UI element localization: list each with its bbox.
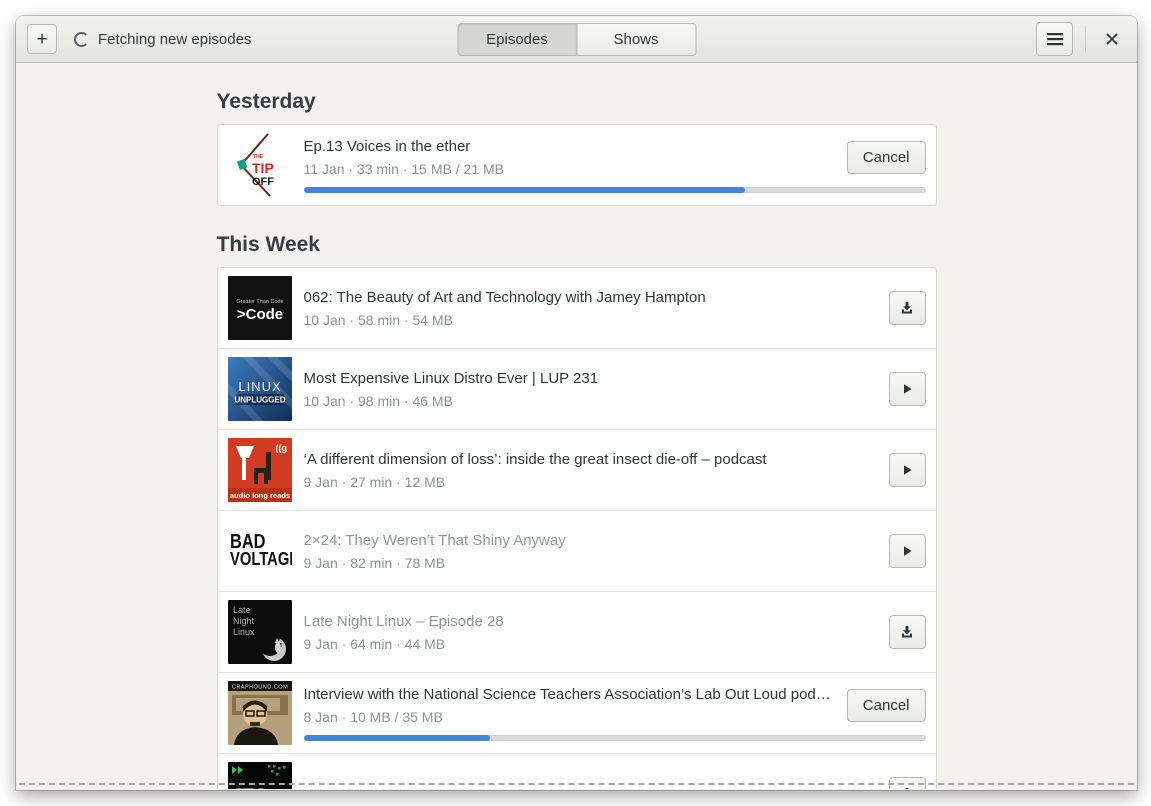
header-right-group	[1036, 22, 1126, 56]
close-window-button[interactable]	[1098, 25, 1126, 53]
svg-text:audio long reads: audio long reads	[229, 491, 289, 500]
cancel-download-button[interactable]: Cancel	[846, 140, 926, 174]
svg-text:Greater Than Code: Greater Than Code	[236, 299, 283, 305]
episode-main: Most Expensive Linux Distro Ever | LUP 2…	[304, 357, 926, 421]
episode-row[interactable]: CRAPHOUND.COM Interview with the National…	[217, 672, 936, 753]
episode-title: Bot or Not	[304, 786, 877, 790]
svg-text:Linux: Linux	[233, 627, 255, 637]
episode-list: Greater Than Code >Code 062: The Beauty o…	[216, 267, 937, 790]
svg-text:((g: ((g	[275, 443, 287, 453]
episode-text-block: Ep.13 Voices in the ether 11 Jan · 33 min…	[304, 138, 835, 177]
podcasts-window: + Fetching new episodes Episodes Shows Y…	[16, 16, 1137, 790]
download-episode-button[interactable]	[888, 615, 926, 649]
play-icon	[904, 546, 912, 556]
episode-title: 2×24: They Weren’t That Shiny Anyway	[303, 531, 566, 549]
episode-text-block: Interview with the National Science Teac…	[304, 686, 835, 725]
download-progress-bar	[303, 186, 926, 193]
episode-row[interactable]: ((g audio long reads ‘A different dimensi…	[217, 429, 936, 510]
episode-row[interactable]: Late Night Linux Late Night Linux – Epis…	[217, 591, 936, 672]
sections-container: Yesterday THE TIP OFF Ep.13 Voices in the…	[216, 63, 937, 790]
download-progress-fill	[303, 186, 746, 193]
episode-main: 2×24: They Weren’t That Shiny Anyway 9 Ja…	[304, 519, 926, 583]
podcast-cover-art: LINUX UNPLUGGED	[227, 357, 292, 421]
tab-shows[interactable]: Shows	[576, 23, 696, 56]
plus-icon: +	[36, 28, 48, 50]
download-icon	[902, 302, 912, 314]
episode-text-block: ‘A different dimension of loss’: inside …	[304, 451, 877, 490]
episode-meta: 10 Jan · 98 min · 46 MB	[303, 392, 453, 409]
svg-text:>Code: >Code	[236, 306, 282, 323]
header-bar: + Fetching new episodes Episodes Shows	[16, 16, 1137, 63]
play-icon	[904, 384, 912, 394]
download-icon	[902, 626, 912, 638]
episode-row[interactable]: Greater Than Code >Code 062: The Beauty o…	[218, 268, 936, 348]
episode-list: THE TIP OFF Ep.13 Voices in the ether 11 J…	[216, 124, 937, 206]
svg-text:LINUX: LINUX	[238, 379, 281, 394]
svg-text:Night: Night	[233, 616, 255, 626]
episode-meta: 11 Jan · 33 min · 15 MB / 21 MB	[303, 160, 505, 177]
spinner-icon	[74, 31, 89, 47]
episode-meta: 9 Jan · 64 min · 44 MB	[303, 635, 446, 652]
episode-main: Late Night Linux – Episode 28 9 Jan · 64 …	[304, 600, 926, 664]
episode-main: 062: The Beauty of Art and Technology wi…	[304, 276, 926, 340]
download-episode-button[interactable]	[888, 291, 926, 325]
episode-title: Interview with the National Science Teac…	[303, 685, 835, 703]
podcast-cover-art: ((g audio long reads	[227, 438, 292, 502]
svg-text:UNPLUGGED: UNPLUGGED	[234, 396, 285, 405]
play-icon	[904, 465, 912, 475]
download-progress-bar	[303, 734, 926, 741]
episodes-view[interactable]: Yesterday THE TIP OFF Ep.13 Voices in the…	[16, 63, 1137, 789]
episode-meta: 8 Jan · 10 MB / 35 MB	[303, 708, 443, 725]
play-episode-button[interactable]	[888, 372, 926, 406]
episode-main: ‘A different dimension of loss’: inside …	[304, 438, 926, 502]
section-heading: This Week	[216, 233, 320, 256]
episode-text-block: Late Night Linux – Episode 28 9 Jan · 64 …	[304, 613, 877, 652]
podcast-cover-art: THE TIP OFF	[227, 133, 292, 197]
play-episode-button[interactable]	[888, 534, 926, 568]
hamburger-icon	[1046, 33, 1063, 46]
add-podcast-button[interactable]: +	[27, 24, 57, 54]
episode-text-block: Most Expensive Linux Distro Ever | LUP 2…	[304, 370, 877, 409]
episode-title: Late Night Linux – Episode 28	[303, 612, 504, 630]
menu-button[interactable]	[1036, 22, 1073, 56]
episode-row[interactable]: LINUX UNPLUGGED Most Expensive Linux Dist…	[217, 348, 936, 429]
download-progress-fill	[303, 734, 491, 741]
episode-text-block: 062: The Beauty of Art and Technology wi…	[304, 289, 877, 328]
episode-meta: 9 Jan · 82 min · 78 MB	[303, 554, 446, 571]
podcast-cover-art: Greater Than Code >Code	[227, 276, 292, 340]
section-heading: Yesterday	[216, 90, 316, 113]
episode-text-block: 2×24: They Weren’t That Shiny Anyway 9 Ja…	[304, 532, 877, 571]
cancel-download-button[interactable]: Cancel	[846, 688, 926, 722]
episode-row[interactable]: BADVOLTAGE 2×24: They Weren’t That Shiny …	[217, 510, 936, 591]
episode-title: 062: The Beauty of Art and Technology wi…	[303, 288, 706, 306]
svg-text:CRAPHOUND.COM: CRAPHOUND.COM	[231, 685, 287, 691]
episode-text-block: Bot or Not	[304, 786, 877, 790]
svg-text:Late: Late	[233, 605, 251, 615]
svg-text:TIP: TIP	[252, 160, 274, 176]
status-text: Fetching new episodes	[98, 30, 252, 48]
svg-text:OFF: OFF	[252, 176, 274, 188]
tab-episodes[interactable]: Episodes	[457, 23, 577, 56]
podcast-cover-art: CRAPHOUND.COM	[227, 681, 292, 745]
podcast-cover-art: Late Night Linux	[227, 600, 292, 664]
podcast-cover-art: BADVOLTAGE	[227, 519, 292, 583]
view-switcher: Episodes Shows	[457, 23, 696, 56]
close-icon	[1106, 33, 1118, 45]
episode-main: Ep.13 Voices in the ether 11 Jan · 33 min…	[303, 133, 926, 197]
episode-row[interactable]: THE TIP OFF Ep.13 Voices in the ether 11 J…	[218, 125, 936, 205]
episode-title: ‘A different dimension of loss’: inside …	[303, 450, 767, 468]
episode-title: Ep.13 Voices in the ether	[303, 137, 471, 155]
play-episode-button[interactable]	[888, 453, 926, 487]
download-icon	[905, 788, 909, 789]
episode-title: Most Expensive Linux Distro Ever | LUP 2…	[303, 369, 599, 387]
scroll-undershoot-indicator	[19, 783, 1134, 785]
episode-meta: 9 Jan · 27 min · 12 MB	[303, 473, 446, 490]
header-separator	[1085, 26, 1086, 52]
episode-meta: 10 Jan · 58 min · 54 MB	[303, 311, 453, 328]
episode-main: Interview with the National Science Teac…	[303, 681, 926, 745]
